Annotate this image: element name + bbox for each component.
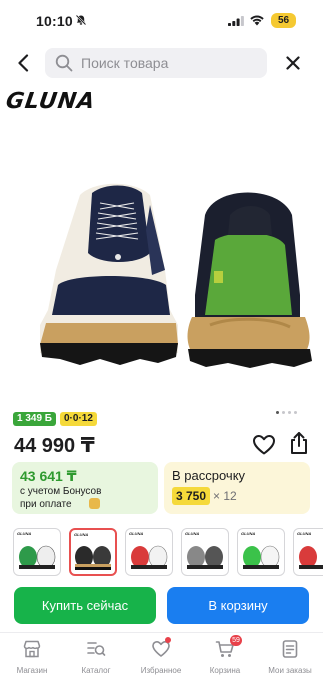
- pager-dot: [282, 411, 285, 414]
- product-badges: 1 349 Б 0·0·12: [13, 412, 97, 426]
- search-icon: [55, 54, 73, 72]
- back-arrow-icon: [18, 54, 29, 72]
- variant-thumbnail-selected[interactable]: GLUNA: [69, 528, 117, 576]
- right-shoe: [187, 192, 312, 368]
- variant-thumbnail[interactable]: GLUNA: [237, 528, 285, 576]
- nav-label: Каталог: [81, 666, 111, 675]
- pager-dot: [276, 411, 279, 414]
- installment-monthly: 3 750: [172, 487, 211, 505]
- status-time: 10:10: [36, 13, 73, 29]
- thumb-logo: GLUNA: [129, 531, 144, 536]
- left-shoe: [40, 183, 178, 365]
- cart-count-badge: 59: [230, 635, 242, 646]
- thumb-logo: GLUNA: [241, 531, 256, 536]
- battery-icon: 56: [271, 13, 296, 28]
- nav-item-favorites[interactable]: Избранное: [129, 637, 193, 679]
- variant-thumbnail[interactable]: GLUNA: [13, 528, 61, 576]
- thumb-logo: GLUNA: [17, 531, 32, 536]
- nav-label: Мои заказы: [268, 666, 312, 675]
- installment-title: В рассрочку: [172, 468, 246, 483]
- nav-item-store[interactable]: Магазин: [0, 639, 64, 679]
- share-icon[interactable]: [288, 431, 310, 455]
- search-input[interactable]: [81, 48, 261, 78]
- search-box[interactable]: [45, 48, 267, 78]
- thumb-logo: GLUNA: [185, 531, 200, 536]
- pager-dot: [294, 411, 297, 414]
- variant-thumbnail[interactable]: GLUNA: [293, 528, 323, 576]
- nav-item-orders[interactable]: Мои заказы: [258, 639, 322, 679]
- bonus-offer-card[interactable]: 43 641 ₸ с учетом Бонусов при оплате: [12, 462, 158, 514]
- bottom-nav: Магазин Каталог Избранное 59 Корзина Мои…: [0, 632, 323, 700]
- payment-method-icon: [89, 498, 100, 509]
- close-button[interactable]: [280, 50, 306, 76]
- thumb-logo: GLUNA: [74, 532, 89, 537]
- brand-logo: GLUNA: [4, 89, 97, 114]
- bonus-badge: 1 349 Б: [13, 412, 56, 426]
- add-to-cart-button[interactable]: В корзину: [167, 587, 309, 624]
- close-icon: [286, 56, 300, 70]
- catalog-icon: [87, 642, 106, 656]
- installment-offer-card[interactable]: В рассрочку 3 750 × 12: [164, 462, 310, 514]
- variant-thumbnail[interactable]: GLUNA: [125, 528, 173, 576]
- status-bar: 10:10 56: [0, 0, 323, 40]
- heart-icon[interactable]: [252, 433, 276, 457]
- bonus-caption: с учетом Бонусов: [20, 486, 102, 497]
- back-button[interactable]: [10, 50, 36, 76]
- buy-now-button[interactable]: Купить сейчас: [14, 587, 156, 624]
- bell-off-icon: [75, 14, 87, 26]
- installment-badge: 0·0·12: [60, 412, 97, 426]
- variant-thumbnail[interactable]: GLUNA: [181, 528, 229, 576]
- nav-item-catalog[interactable]: Каталог: [64, 639, 128, 679]
- product-gallery[interactable]: GLUNA: [0, 85, 323, 414]
- pager-dot: [288, 411, 291, 414]
- search-header: [0, 44, 323, 82]
- color-variants: GLUNA GLUNA GLUNA GLUNA GLUNA GLUNA: [13, 528, 323, 576]
- nav-item-cart[interactable]: 59 Корзина: [193, 635, 257, 679]
- installment-months: × 12: [213, 489, 237, 503]
- store-icon: [23, 640, 41, 658]
- wifi-icon: [250, 15, 264, 26]
- nav-label: Магазин: [16, 666, 48, 675]
- notification-dot: [165, 637, 171, 643]
- product-price: 44 990 ₸: [14, 435, 95, 457]
- bonus-price: 43 641 ₸: [20, 468, 77, 484]
- product-image: [40, 183, 312, 368]
- gallery-pager: [276, 411, 297, 414]
- nav-label: Избранное: [140, 666, 182, 675]
- orders-icon: [282, 640, 298, 658]
- nav-label: Корзина: [209, 666, 241, 675]
- thumb-logo: GLUNA: [297, 531, 312, 536]
- signal-icon: [228, 16, 244, 26]
- bonus-caption-payment: при оплате: [20, 499, 72, 510]
